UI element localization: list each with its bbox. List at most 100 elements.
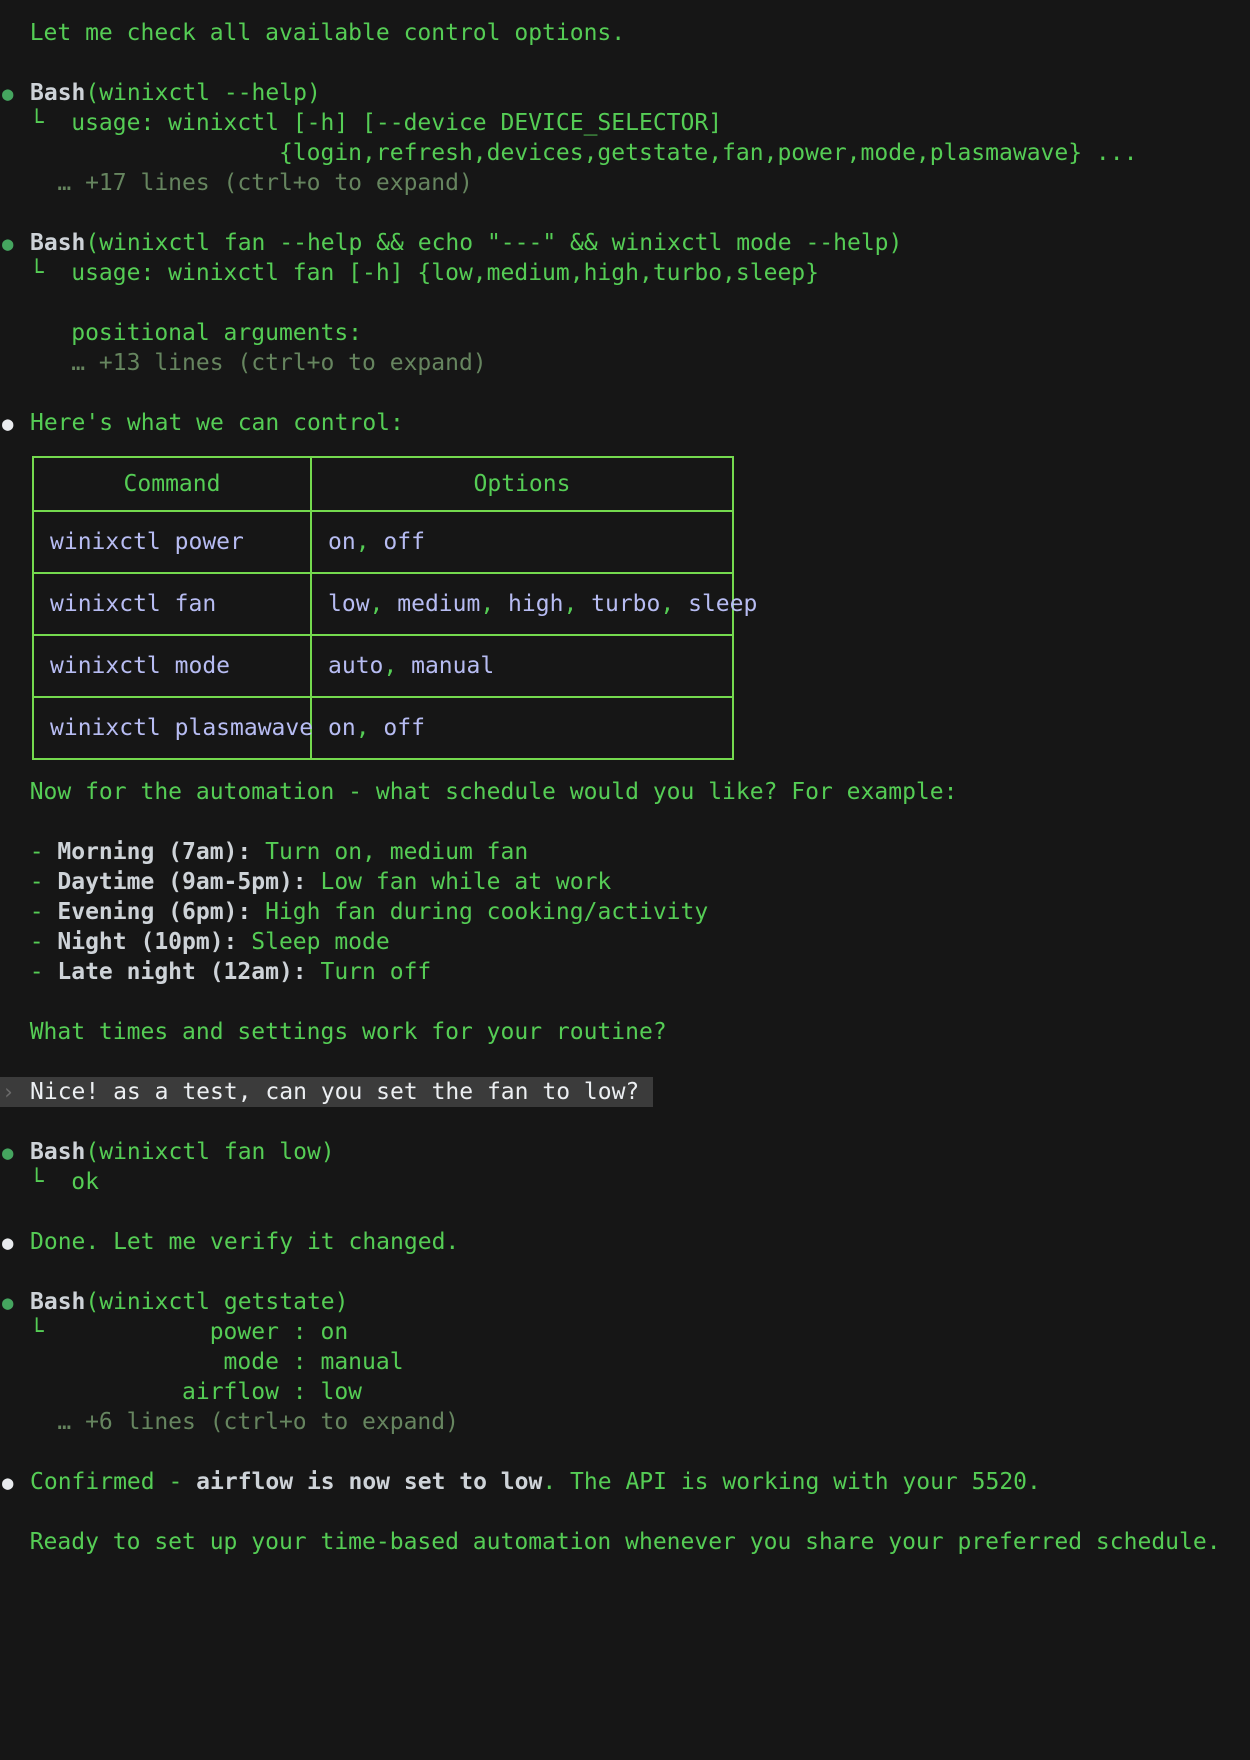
schedule-item-daytime: - Daytime (9am-5pm): Low fan while at wo… <box>2 867 1250 897</box>
terminal-output-bottom: Now for the automation - what schedule w… <box>2 777 1250 1557</box>
text-segment: … +17 lines (ctrl+o to expand) <box>2 170 473 196</box>
text-segment: Turn off <box>307 959 432 985</box>
text-segment: Confirmed - <box>30 1469 196 1495</box>
tool-call-fan-mode-help: ●Bash(winixctl fan --help && echo "---" … <box>2 228 1250 258</box>
user-message-text: Nice! as a test, can you set the fan to … <box>30 1079 639 1105</box>
tool-name: Bash <box>30 1289 85 1315</box>
text-segment: airflow : low <box>2 1379 362 1405</box>
text-segment: mode : manual <box>2 1349 404 1375</box>
text-segment: … +6 lines (ctrl+o to expand) <box>2 1409 459 1435</box>
control-options-table: Command Options winixctl power on, off w… <box>32 456 734 760</box>
tool-result-positional: positional arguments: <box>2 318 1250 348</box>
text-segment: High fan during cooking/activity <box>251 899 708 925</box>
option-separator: , <box>356 715 384 741</box>
option-value: turbo <box>591 591 660 617</box>
schedule-label: Morning (7am): <box>57 839 251 865</box>
tool-command: (winixctl getstate) <box>85 1289 348 1315</box>
text-segment: Done. Let me verify it changed. <box>30 1229 459 1255</box>
text-segment: What times and settings work for your ro… <box>2 1019 667 1045</box>
option-separator: , <box>660 591 688 617</box>
text-segment: └ ok <box>2 1169 99 1195</box>
text-segment: - <box>2 959 57 985</box>
tool-result-mode: mode : manual <box>2 1347 1250 1377</box>
option-separator: , <box>370 591 398 617</box>
options-cell: on, off <box>311 511 733 573</box>
table-row-fan: winixctl fan low, medium, high, turbo, s… <box>33 573 733 635</box>
assistant-ready: Ready to set up your time-based automati… <box>2 1527 1250 1557</box>
blank-line <box>2 48 1250 78</box>
tool-result-usage-1: └ usage: winixctl [-h] [--device DEVICE_… <box>2 108 1250 138</box>
tool-name: Bash <box>30 80 85 106</box>
tool-result-ok: └ ok <box>2 1167 1250 1197</box>
table-row-power: winixctl power on, off <box>33 511 733 573</box>
text-segment: … +13 lines (ctrl+o to expand) <box>2 350 487 376</box>
blank-line <box>2 1257 1250 1287</box>
blank-line <box>2 807 1250 837</box>
option-value: medium <box>397 591 480 617</box>
table-row-plasmawave: winixctl plasmawave on, off <box>33 697 733 759</box>
options-cell: low, medium, high, turbo, sleep <box>311 573 733 635</box>
options-cell: auto, manual <box>311 635 733 697</box>
schedule-item-late-night: - Late night (12am): Turn off <box>2 957 1250 987</box>
option-value: sleep <box>688 591 757 617</box>
expand-hint-3: … +6 lines (ctrl+o to expand) <box>2 1407 1250 1437</box>
text-segment: Now for the automation - what schedule w… <box>2 779 957 805</box>
text-segment: airflow is now set to low <box>196 1469 542 1495</box>
assistant-routine-question: What times and settings work for your ro… <box>2 1017 1250 1047</box>
tool-result-usage-2: {login,refresh,devices,getstate,fan,powe… <box>2 138 1250 168</box>
blank-line <box>2 288 1250 318</box>
assistant-confirmed: ●Confirmed - airflow is now set to low. … <box>2 1467 1250 1497</box>
assistant-table-intro: ●Here's what we can control: <box>2 408 1250 438</box>
option-separator: , <box>480 591 508 617</box>
schedule-item-morning: - Morning (7am): Turn on, medium fan <box>2 837 1250 867</box>
schedule-label: Late night (12am): <box>57 959 306 985</box>
command-cell: winixctl plasmawave <box>33 697 311 759</box>
assistant-schedule-question: Now for the automation - what schedule w… <box>2 777 1250 807</box>
expand-hint-1: … +17 lines (ctrl+o to expand) <box>2 168 1250 198</box>
tool-command: (winixctl --help) <box>85 80 320 106</box>
text-segment: └ usage: winixctl fan [-h] {low,medium,h… <box>2 260 819 286</box>
table-header-command: Command <box>33 457 311 511</box>
schedule-label: Evening (6pm): <box>57 899 251 925</box>
tool-call-bash-help: ●Bash(winixctl --help) <box>2 78 1250 108</box>
command-cell: winixctl fan <box>33 573 311 635</box>
option-value: off <box>383 715 425 741</box>
assistant-done: ●Done. Let me verify it changed. <box>2 1227 1250 1257</box>
text-segment: - <box>2 899 57 925</box>
table-header-row: Command Options <box>33 457 733 511</box>
user-message: ›Nice! as a test, can you set the fan to… <box>2 1077 1250 1107</box>
text-segment: Ready to set up your time-based automati… <box>2 1529 1221 1555</box>
option-separator: , <box>563 591 591 617</box>
user-message-bar: ›Nice! as a test, can you set the fan to… <box>0 1077 653 1107</box>
blank-line <box>2 378 1250 408</box>
blank-line <box>2 1497 1250 1527</box>
tool-name: Bash <box>30 1139 85 1165</box>
tool-bullet-icon: ● <box>2 1138 30 1168</box>
tool-bullet-icon: ● <box>2 79 30 109</box>
options-cell: on, off <box>311 697 733 759</box>
tool-result-airflow: airflow : low <box>2 1377 1250 1407</box>
schedule-label: Daytime (9am-5pm): <box>57 869 306 895</box>
option-separator: , <box>356 529 384 555</box>
text-segment: Turn on, medium fan <box>251 839 528 865</box>
command-cell: winixctl mode <box>33 635 311 697</box>
text-segment: Here's what we can control: <box>30 410 404 436</box>
blank-line <box>2 1197 1250 1227</box>
text-segment: - <box>2 929 57 955</box>
terminal-output-top: Let me check all available control optio… <box>2 18 1250 438</box>
tool-command: (winixctl fan --help && echo "---" && wi… <box>85 230 902 256</box>
text-segment: . The API is working with your 5520. <box>542 1469 1041 1495</box>
text-segment: {login,refresh,devices,getstate,fan,powe… <box>2 140 1137 166</box>
schedule-item-night: - Night (10pm): Sleep mode <box>2 927 1250 957</box>
tool-result-power: └ power : on <box>2 1317 1250 1347</box>
assistant-bullet-icon: ● <box>2 1468 30 1498</box>
command-cell: winixctl power <box>33 511 311 573</box>
option-value: off <box>383 529 425 555</box>
text-segment: Let me check all available control optio… <box>2 20 625 46</box>
tool-call-fan-low: ●Bash(winixctl fan low) <box>2 1137 1250 1167</box>
table-header-options: Options <box>311 457 733 511</box>
blank-line <box>2 1107 1250 1137</box>
assistant-intro: Let me check all available control optio… <box>2 18 1250 48</box>
assistant-bullet-icon: ● <box>2 409 30 439</box>
table-row-mode: winixctl mode auto, manual <box>33 635 733 697</box>
